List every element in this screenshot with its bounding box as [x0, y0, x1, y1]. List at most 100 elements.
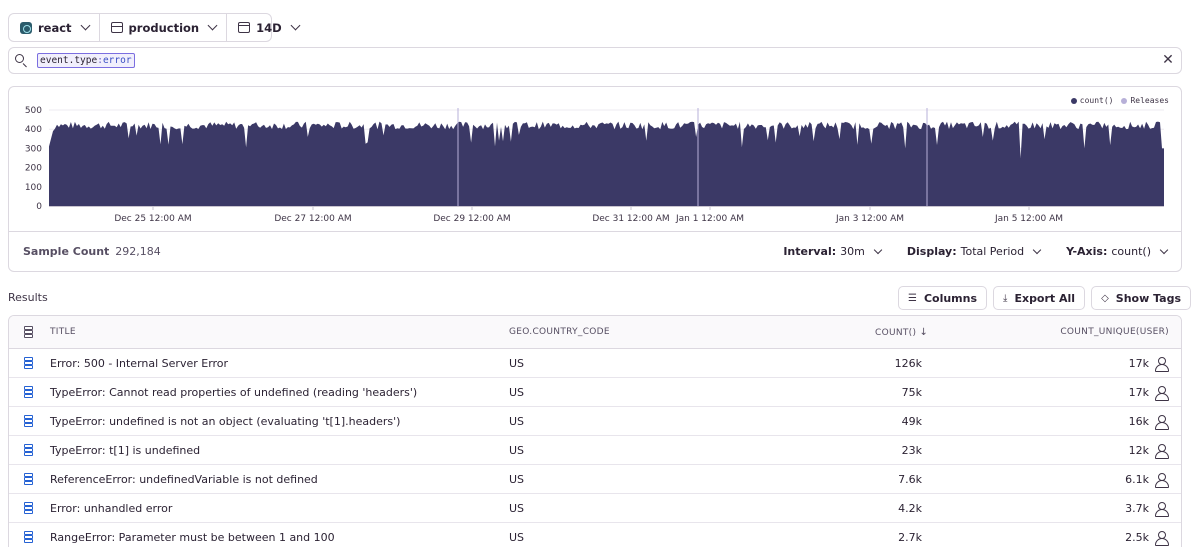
- legend-item-count[interactable]: count(): [1070, 96, 1114, 105]
- column-header-count-label: COUNT(): [875, 328, 917, 338]
- stack-icon: [23, 473, 35, 485]
- table-row[interactable]: TypeError: Cannot read properties of und…: [9, 378, 1181, 407]
- row-unique-users: 12k: [1128, 444, 1149, 457]
- table-row[interactable]: RangeError: Parameter must be between 1 …: [9, 523, 1181, 547]
- row-title[interactable]: Error: 500 - Internal Server Error: [50, 357, 228, 370]
- yaxis-selector[interactable]: Y-Axis: count(): [1066, 245, 1169, 258]
- table-body: Error: 500 - Internal Server Error US 126k…: [9, 349, 1181, 547]
- interval-value: 30m: [840, 245, 865, 258]
- tag-icon: ◇: [1101, 292, 1109, 304]
- calendar-icon: [238, 22, 251, 33]
- y-tick-label: 300: [25, 144, 42, 154]
- chevron-down-icon: [207, 20, 218, 31]
- table-row[interactable]: Error: 500 - Internal Server Error US 126k…: [9, 349, 1181, 378]
- show-tags-button-label: Show Tags: [1115, 291, 1181, 305]
- user-icon[interactable]: [1155, 415, 1169, 430]
- window-icon: [110, 22, 123, 33]
- search-icon: [15, 54, 28, 68]
- row-unique-users: 3.7k: [1125, 502, 1149, 515]
- row-country: US: [509, 502, 525, 515]
- user-icon[interactable]: [1155, 444, 1169, 459]
- y-tick-label: 500: [25, 106, 42, 116]
- table-row[interactable]: TypeError: undefined is not an object (e…: [9, 407, 1181, 436]
- export-all-button[interactable]: ⤓ Export All: [993, 286, 1086, 310]
- column-header-country[interactable]: GEO.COUNTRY_CODE: [509, 327, 610, 337]
- x-tick-label: Dec 25 12:00 AM: [114, 214, 191, 224]
- row-title[interactable]: Error: unhandled error: [50, 502, 172, 515]
- legend-label-releases: Releases: [1130, 96, 1169, 105]
- row-unique-users: 17k: [1128, 386, 1149, 399]
- results-table: TITLE GEO.COUNTRY_CODE COUNT() ↓ COUNT_U…: [8, 315, 1182, 547]
- row-title[interactable]: ReferenceError: undefinedVariable is not…: [50, 473, 318, 486]
- chart-footer: Sample Count 292,184 Interval: 30m Displ…: [9, 231, 1181, 271]
- row-title[interactable]: TypeError: undefined is not an object (e…: [50, 415, 400, 428]
- stack-icon: [23, 531, 35, 543]
- chevron-down-icon: [1159, 245, 1169, 255]
- columns-button[interactable]: ☰ Columns: [897, 286, 988, 310]
- legend-dot-icon: [1070, 97, 1077, 104]
- download-icon: ⤓: [1003, 292, 1008, 304]
- user-icon[interactable]: [1155, 473, 1169, 488]
- user-icon[interactable]: [1155, 531, 1169, 546]
- column-header-title[interactable]: TITLE: [50, 327, 76, 337]
- column-header-count[interactable]: COUNT() ↓: [875, 327, 928, 338]
- table-row[interactable]: TypeError: t[1] is undefined US 23k 12k: [9, 436, 1181, 465]
- row-count: 126k: [894, 357, 922, 370]
- page-filter-bar: react production 14D: [8, 13, 301, 42]
- user-icon[interactable]: [1155, 357, 1169, 372]
- display-value: Total Period: [960, 245, 1025, 258]
- row-country: US: [509, 444, 525, 457]
- interval-selector[interactable]: Interval: 30m: [783, 245, 883, 258]
- project-icon: [20, 21, 32, 34]
- token-value: error: [102, 55, 132, 66]
- row-title[interactable]: TypeError: t[1] is undefined: [50, 444, 200, 457]
- user-icon[interactable]: [1155, 502, 1169, 517]
- row-unique-users: 2.5k: [1125, 531, 1149, 544]
- row-title[interactable]: RangeError: Parameter must be between 1 …: [50, 531, 335, 544]
- project-selector[interactable]: react: [9, 14, 100, 41]
- column-header-unique-users[interactable]: COUNT_UNIQUE(USER): [1060, 327, 1169, 337]
- chevron-down-icon: [873, 245, 883, 255]
- y-tick-label: 0: [36, 202, 42, 212]
- table-row[interactable]: Error: unhandled error US 4.2k 3.7k: [9, 494, 1181, 523]
- environment-name: production: [128, 20, 200, 35]
- series-area-count[interactable]: [49, 121, 1164, 206]
- legend-item-releases[interactable]: Releases: [1121, 96, 1169, 105]
- date-range-selector[interactable]: 14D: [227, 14, 309, 41]
- chevron-down-icon: [290, 20, 301, 31]
- sample-count-value: 292,184: [115, 245, 161, 258]
- stack-icon: [23, 357, 35, 369]
- display-selector[interactable]: Display: Total Period: [906, 245, 1042, 258]
- row-country: US: [509, 386, 525, 399]
- project-name: react: [38, 20, 72, 35]
- table-row[interactable]: ReferenceError: undefinedVariable is not…: [9, 465, 1181, 494]
- row-country: US: [509, 357, 525, 370]
- show-tags-button[interactable]: ◇ Show Tags: [1091, 286, 1191, 310]
- table-header: TITLE GEO.COUNTRY_CODE COUNT() ↓ COUNT_U…: [9, 316, 1181, 349]
- stack-icon: [23, 502, 35, 514]
- row-title[interactable]: TypeError: Cannot read properties of und…: [50, 386, 417, 399]
- stack-icon: [23, 386, 35, 398]
- search-query-bar[interactable]: event.type: error ✕: [8, 47, 1182, 74]
- y-tick-label: 400: [25, 125, 42, 135]
- y-tick-label: 100: [25, 183, 42, 193]
- row-count: 2.7k: [898, 531, 922, 544]
- row-country: US: [509, 415, 525, 428]
- environment-selector[interactable]: production: [100, 14, 228, 41]
- user-icon[interactable]: [1155, 386, 1169, 401]
- close-icon[interactable]: ✕: [1161, 53, 1175, 67]
- display-label: Display:: [906, 245, 957, 258]
- row-unique-users: 17k: [1128, 357, 1149, 370]
- row-country: US: [509, 531, 525, 544]
- date-range-value: 14D: [256, 20, 282, 35]
- x-tick-label: Dec 27 12:00 AM: [274, 214, 351, 224]
- stack-icon: [23, 415, 35, 427]
- x-tick-label: Jan 3 12:00 AM: [835, 214, 904, 224]
- search-token[interactable]: event.type: error: [37, 53, 135, 68]
- row-count: 4.2k: [898, 502, 922, 515]
- row-count: 23k: [901, 444, 922, 457]
- stack-icon: [23, 444, 35, 456]
- legend-label-count: count(): [1079, 96, 1114, 105]
- sliders-icon: ☰: [907, 292, 917, 304]
- interval-label: Interval:: [783, 245, 837, 258]
